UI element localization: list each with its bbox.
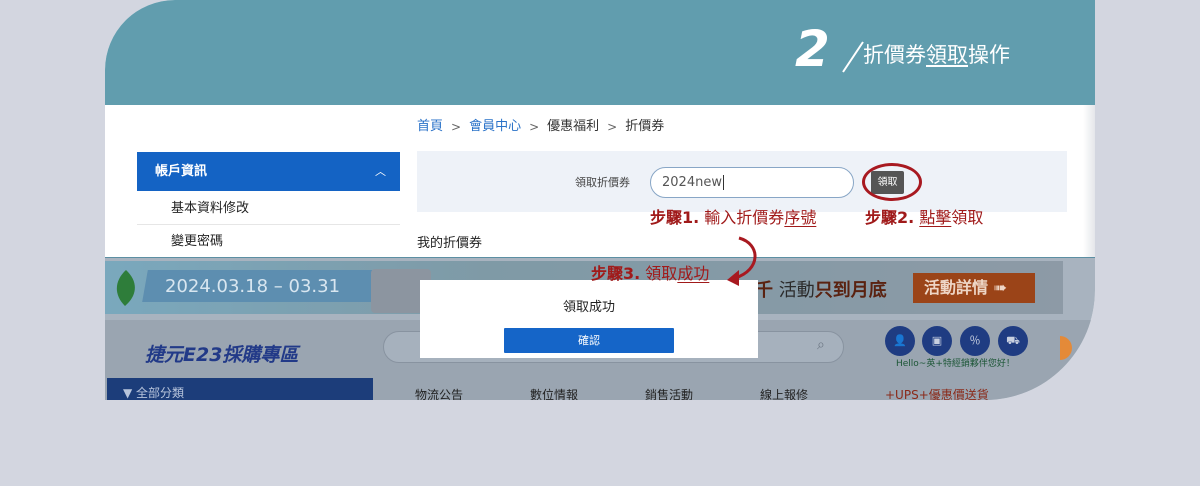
annotation-step3: 步驟3. 領取成功 — [591, 264, 710, 283]
tutorial-card: 2 折價券領取操作 首頁 > 會員中心 > 優惠福利 > 折價券 帳戶資訊 ︿ … — [105, 0, 1095, 400]
sidebar-item-password[interactable]: 變更密碼 — [137, 225, 400, 258]
site-logo: 捷元E23採購專區 — [145, 344, 299, 366]
step-number: 2 — [795, 20, 830, 78]
coupon-icon[interactable]: ％ — [960, 326, 990, 356]
nav-item-repair[interactable]: 線上報修 — [760, 386, 808, 400]
nav-item-sales[interactable]: 銷售活動 — [645, 386, 693, 400]
search-icon: ⌕ — [817, 337, 825, 353]
annotation-step1: 步驟1. 輸入折價券序號 — [650, 208, 817, 227]
chevron-right-icon: > — [607, 120, 618, 134]
sidebar-section-label: 帳戶資訊 — [155, 164, 208, 179]
category-menu[interactable]: ▼ 全部分類 — [107, 378, 373, 400]
coupon-claim-form: 領取折價券 2024new 領取 — [417, 151, 1067, 212]
document-icon[interactable]: ▣ — [922, 326, 952, 356]
my-coupons-title: 我的折價券 — [417, 236, 483, 251]
chevron-up-icon: ︿ — [375, 165, 386, 178]
sidebar-section-account[interactable]: 帳戶資訊 ︿ — [137, 152, 400, 191]
nav-item-logistics[interactable]: 物流公告 — [415, 386, 463, 400]
highlight-ring — [862, 163, 922, 201]
coupon-code-input[interactable]: 2024new — [650, 167, 854, 198]
activity-details-button[interactable]: 活動詳情 ➠ — [913, 273, 1035, 303]
header-band: 2 折價券領取操作 — [105, 0, 1095, 105]
slash-icon — [842, 41, 864, 73]
step-title: 折價券領取操作 — [863, 43, 1010, 67]
breadcrumb-member[interactable]: 會員中心 — [469, 118, 521, 136]
curved-arrow-icon — [727, 236, 757, 286]
chevron-right-icon: > — [529, 120, 540, 134]
annotation-step2: 步驟2. 點擊領取 — [865, 208, 984, 227]
hello-text: Hello~英+特經銷夥伴您好！ — [896, 359, 1015, 369]
nav-item-digital[interactable]: 數位情報 — [530, 386, 578, 400]
nav-item-ups[interactable]: +UPS+優惠價送貨 — [885, 386, 989, 400]
leaf-icon — [116, 270, 135, 306]
chevron-right-icon: > — [451, 120, 462, 134]
user-icon[interactable]: 👤 — [885, 326, 915, 356]
modal-message: 領取成功 — [562, 300, 615, 315]
sidebar-item-profile[interactable]: 基本資料修改 — [137, 192, 400, 225]
breadcrumb-benefits[interactable]: 優惠福利 — [547, 118, 599, 136]
breadcrumb: 首頁 > 會員中心 > 優惠福利 > 折價券 — [417, 118, 664, 136]
breadcrumb-current: 折價券 — [625, 119, 665, 134]
panel-edge-shadow — [1083, 105, 1095, 260]
text-caret — [722, 175, 724, 190]
breadcrumb-home[interactable]: 首頁 — [417, 118, 443, 136]
cart-icon[interactable]: ⛟ — [998, 326, 1028, 356]
coupon-input-label: 領取折價券 — [575, 176, 630, 189]
success-modal: 領取成功 確認 — [420, 280, 758, 358]
banner-date: 2024.03.18 – 03.31 — [165, 276, 341, 297]
banner-slogan: 千 活動只到月底 — [755, 280, 887, 301]
confirm-button[interactable]: 確認 — [504, 328, 674, 353]
